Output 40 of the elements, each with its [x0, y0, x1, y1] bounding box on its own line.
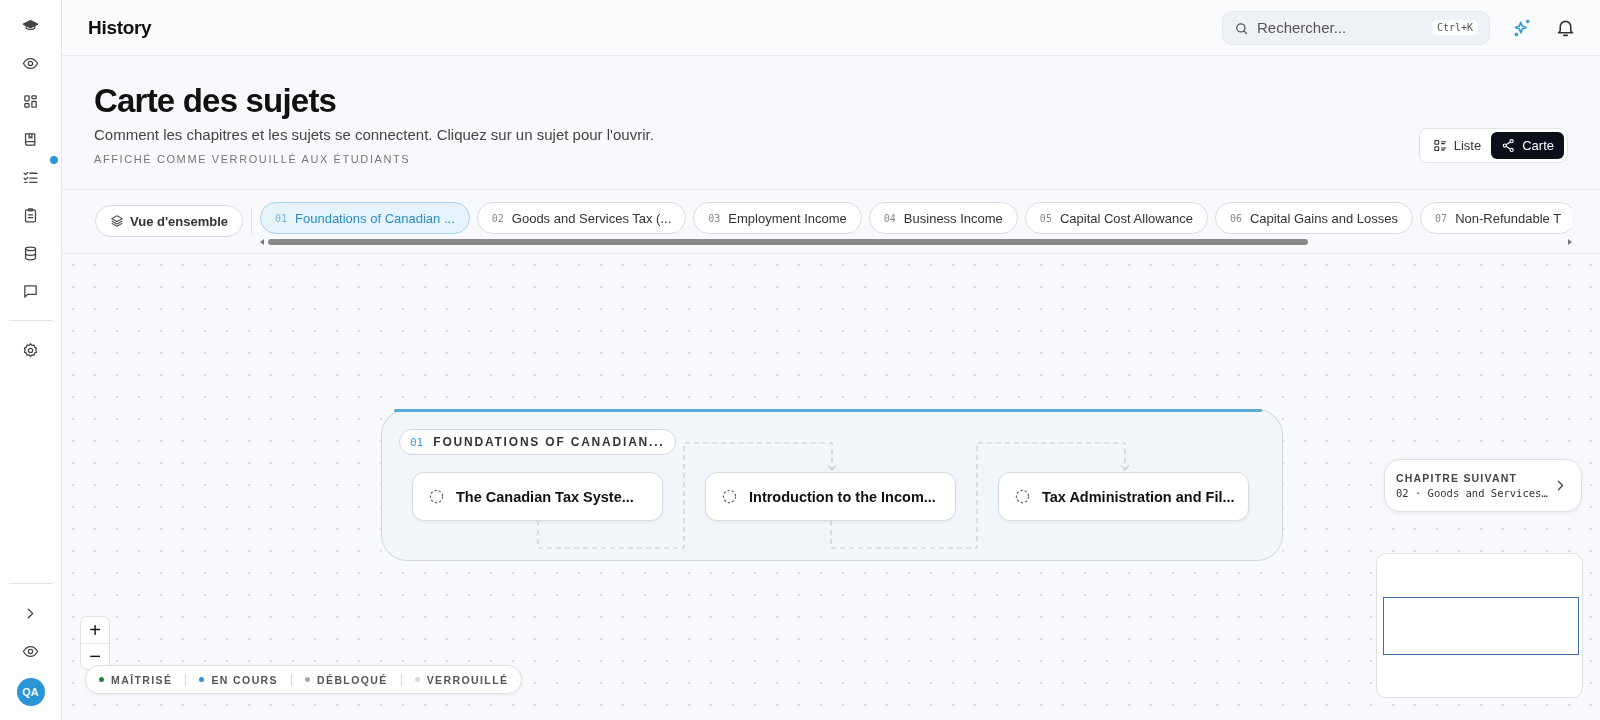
notice-label: AFFICHÉ COMME VERROUILLÉ AUX ÉTUDIANTS [94, 153, 412, 165]
view-button[interactable]: Liste [1422, 132, 1492, 159]
dashed-circle-icon [722, 489, 737, 504]
zoom-button[interactable]: + [81, 617, 109, 643]
database-icon [22, 244, 39, 262]
chapter-tab[interactable]: 05 Capital Cost Allowance [1024, 202, 1208, 234]
description: Comment les chapitres et les sujets se connectent. Cliquez sur un sujet pour l'ouvrir. [94, 126, 654, 143]
search-icon [1234, 20, 1249, 36]
settings-icon [22, 341, 39, 359]
topic-node[interactable]: Introduction to the Incom... [705, 472, 956, 521]
chapter-tab[interactable]: 04 Business Income [868, 202, 1018, 234]
heading: Carte des sujets [94, 82, 338, 120]
page-title: History [88, 16, 152, 39]
next-chapter-title: 02 · Goods and Services… [1396, 487, 1548, 499]
chapter-tab[interactable]: 03 Employment Income [693, 202, 862, 234]
chapter-label[interactable]: 01 FOUNDATIONS OF CANADIAN... [399, 429, 676, 455]
list-icon [1432, 138, 1448, 153]
chapter-tab[interactable]: 06 Capital Gains and Losses [1214, 202, 1414, 234]
clipboard-icon [22, 206, 39, 224]
topic-node[interactable]: The Canadian Tax Syste... [412, 472, 663, 521]
overview-button[interactable]: Vue d'ensemble [95, 205, 243, 237]
scrollbar[interactable] [260, 237, 1572, 247]
layers-icon [110, 214, 124, 228]
sparkle-icon[interactable] [1512, 17, 1533, 38]
view-button[interactable]: Carte [1491, 132, 1564, 159]
chapter-tab[interactable]: 07 Non-Refundable T [1420, 202, 1572, 234]
minimap-viewport[interactable] [1383, 597, 1579, 655]
legend-label: MAÎTRISÉ [111, 673, 173, 686]
legend-label: DÉBLOQUÉ [317, 673, 388, 686]
topic-node[interactable]: Tax Administration and Fil... [998, 472, 1249, 521]
legend-label: VERROUILLÉ [426, 673, 509, 686]
chapter-tab[interactable]: 02 Goods and Services Tax (... [476, 202, 687, 234]
chat-icon [22, 282, 39, 300]
next-chapter-label: CHAPITRE SUIVANT [1396, 472, 1519, 484]
legend-label: EN COURS [211, 673, 278, 686]
grid-icon [22, 92, 39, 110]
dashed-circle-icon [429, 489, 444, 504]
share-icon [1501, 138, 1517, 153]
dashed-circle-icon [1015, 489, 1030, 504]
next-chapter-card[interactable]: CHAPITRE SUIVANT 02 · Goods and Services… [1384, 459, 1582, 512]
